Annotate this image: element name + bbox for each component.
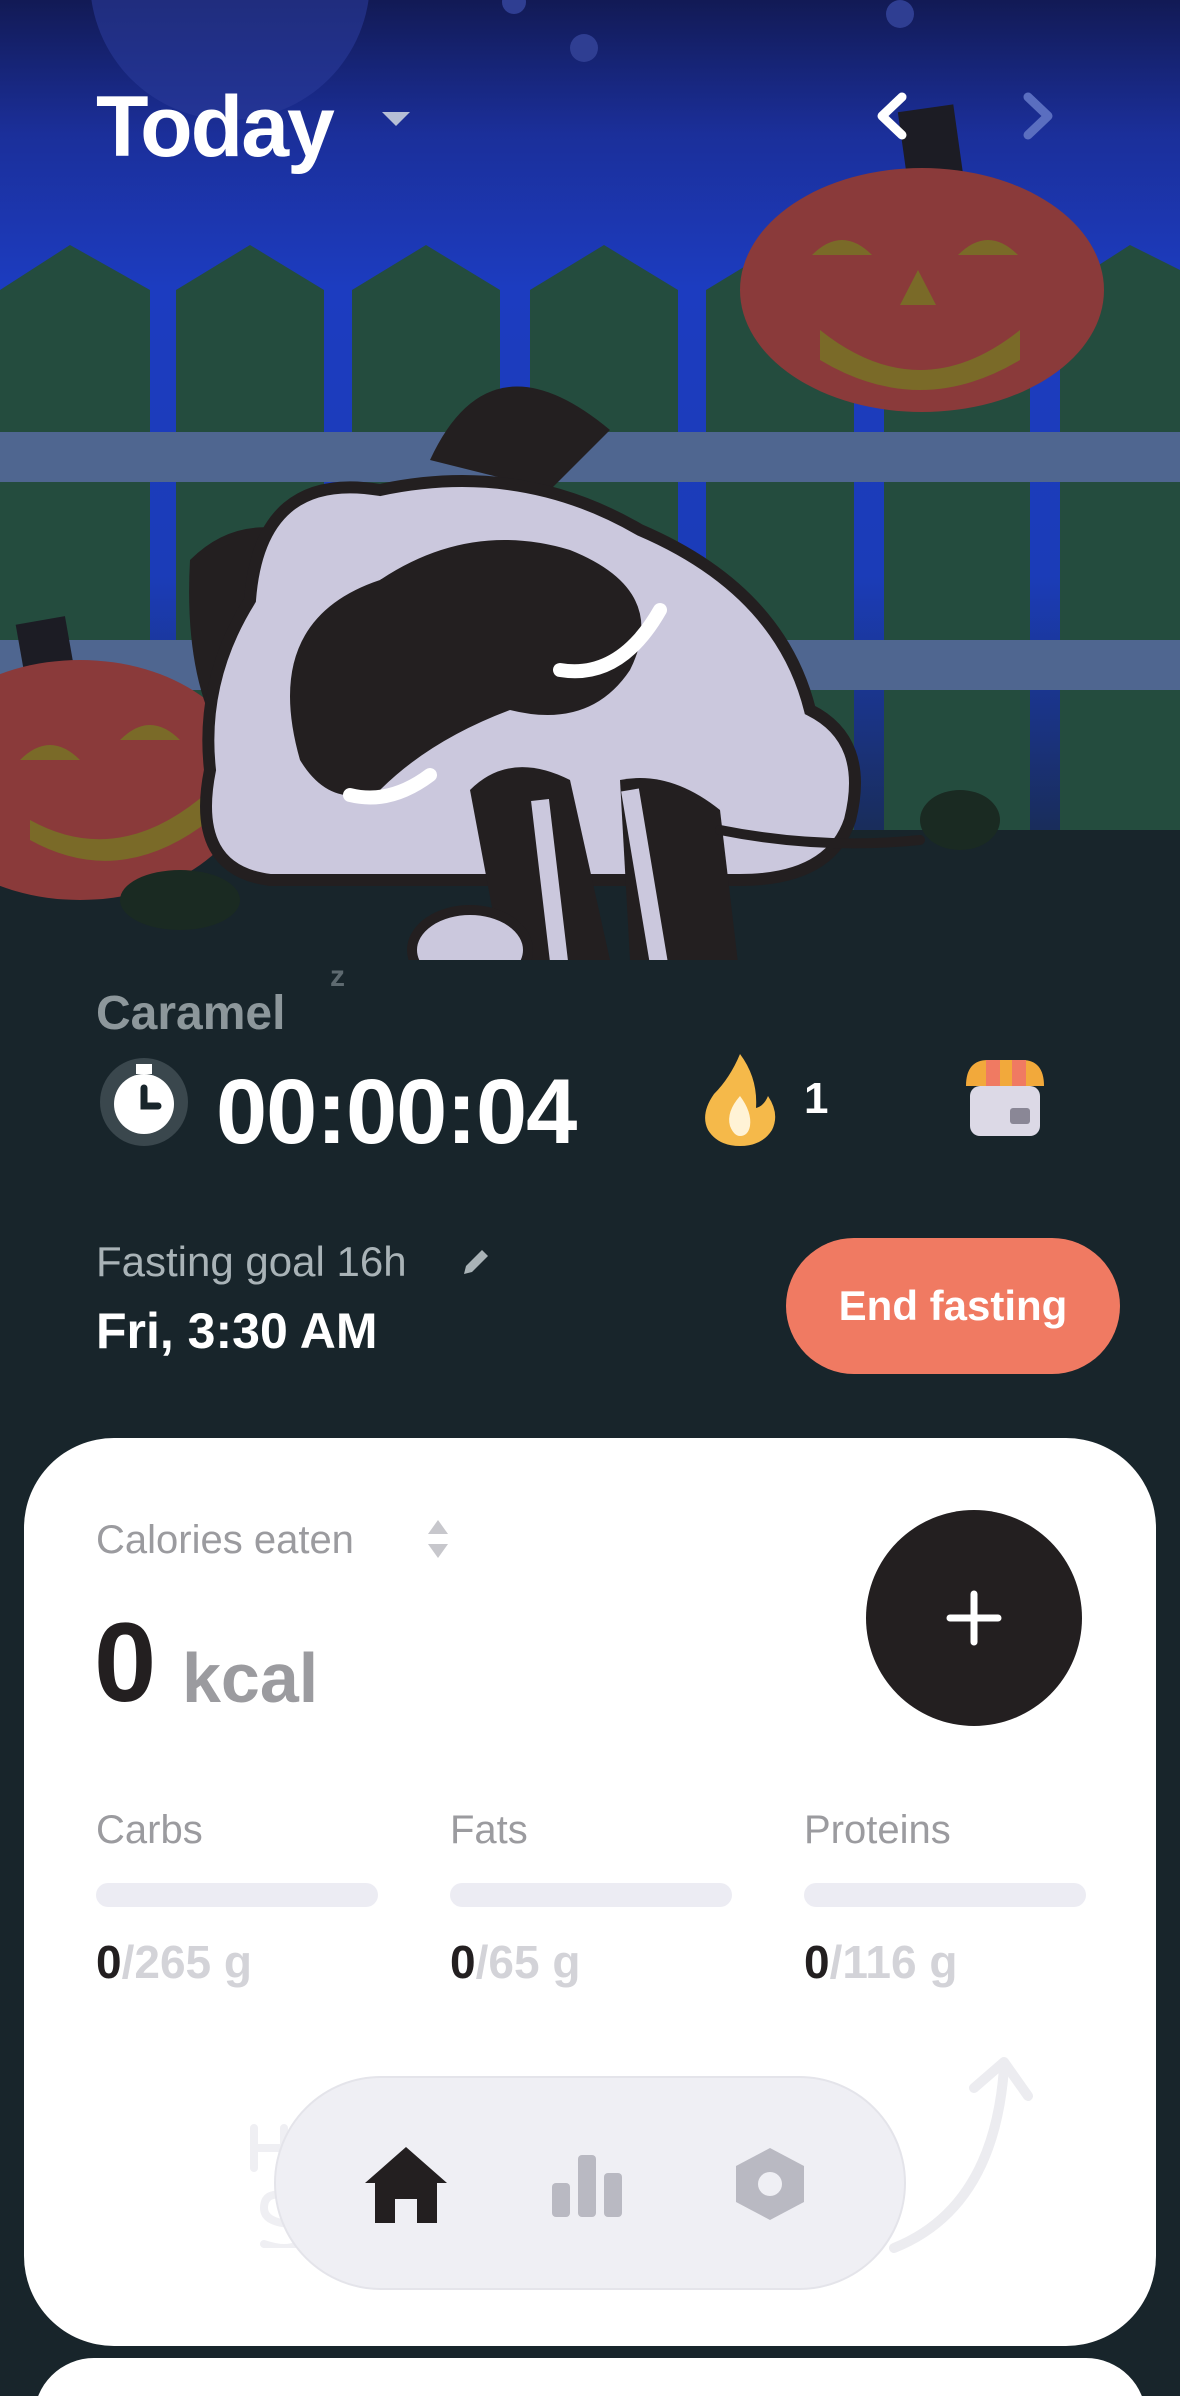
macro-progress-bar xyxy=(450,1883,732,1907)
sort-icon[interactable] xyxy=(424,1518,452,1560)
chevron-right-icon xyxy=(1023,92,1053,140)
macro-separator: / xyxy=(121,1936,135,1988)
bar-chart-icon xyxy=(552,2155,622,2217)
macro-value: 0/65 g xyxy=(450,1935,732,1989)
macro-value: 0/265 g xyxy=(96,1935,378,1989)
secondary-card xyxy=(34,2358,1146,2396)
previous-day-button[interactable] xyxy=(862,86,922,146)
macro-eaten: 0 xyxy=(96,1936,122,1988)
chevron-left-icon xyxy=(877,92,907,140)
nav-tab-home[interactable] xyxy=(358,2136,454,2232)
macro-proteins: Proteins 0/116 g xyxy=(804,1808,1086,1989)
hexagon-icon xyxy=(736,2148,804,2220)
next-day-button[interactable] xyxy=(1008,86,1068,146)
sleep-z-mark: z xyxy=(330,960,345,993)
pet-name: Caramel xyxy=(96,987,286,1040)
nav-tab-stats[interactable] xyxy=(540,2136,636,2232)
macro-eaten: 0 xyxy=(804,1936,830,1988)
macro-separator: / xyxy=(475,1936,489,1988)
flame-icon[interactable] xyxy=(700,1050,780,1146)
date-dropdown-caret-icon[interactable] xyxy=(382,112,410,126)
macro-eaten: 0 xyxy=(450,1936,476,1988)
home-icon xyxy=(365,2147,447,2223)
fasting-goal-label: Fasting goal 16h xyxy=(96,1238,407,1285)
macro-name: Carbs xyxy=(96,1808,203,1852)
fasting-timer: 00:00:04 xyxy=(216,1061,577,1163)
calories-unit: kcal xyxy=(182,1639,319,1717)
page-title[interactable]: Today xyxy=(96,78,335,177)
streak-count: 1 xyxy=(804,1074,829,1123)
macro-value: 0/116 g xyxy=(804,1935,1086,1989)
macro-separator: / xyxy=(829,1936,843,1988)
macro-carbs: Carbs 0/265 g xyxy=(96,1808,378,1989)
add-food-button[interactable] xyxy=(866,1510,1082,1726)
macro-goal: 265 g xyxy=(134,1936,253,1988)
macro-name: Proteins xyxy=(804,1808,951,1852)
bottom-navigation xyxy=(274,2076,906,2290)
stopwatch-icon xyxy=(96,1054,192,1150)
calories-value: 0 xyxy=(94,1600,156,1725)
calories-label: Calories eaten xyxy=(96,1518,354,1562)
macro-fats: Fats 0/65 g xyxy=(450,1808,732,1989)
plus-icon xyxy=(946,1590,1002,1646)
macro-goal: 116 g xyxy=(842,1936,958,1988)
macro-name: Fats xyxy=(450,1808,528,1852)
shop-icon[interactable] xyxy=(962,1056,1048,1140)
end-fasting-button[interactable]: End fasting xyxy=(786,1238,1120,1374)
fasting-end-time: Fri, 3:30 AM xyxy=(96,1303,378,1359)
macro-goal: 65 g xyxy=(488,1936,581,1988)
macro-progress-bar xyxy=(804,1883,1086,1907)
macro-progress-bar xyxy=(96,1883,378,1907)
pencil-icon[interactable] xyxy=(458,1244,494,1280)
nav-tab-settings[interactable] xyxy=(722,2136,818,2232)
